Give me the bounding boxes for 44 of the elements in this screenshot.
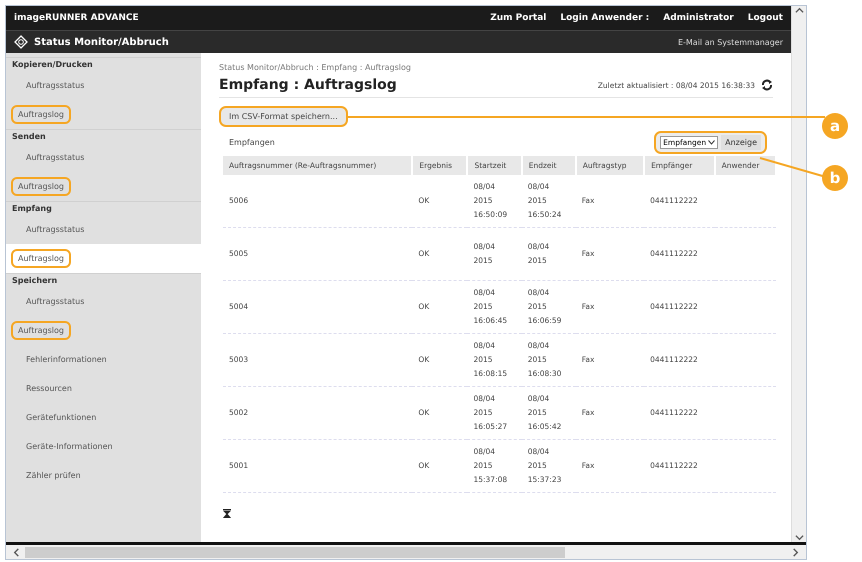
sidebar-item[interactable]: Gerätefunktionen [6, 403, 201, 432]
list-label: Empfangen [229, 138, 275, 147]
sidebar-link[interactable]: Auftragslog [11, 177, 71, 196]
header-link[interactable]: Zum Portal [490, 13, 546, 23]
sidebar-item[interactable]: Auftragslog [6, 172, 201, 201]
callout-marker: b [822, 165, 848, 191]
sidebar-link[interactable]: Auftragsstatus [19, 76, 92, 95]
header-link[interactable]: Login Anwender : [560, 13, 650, 23]
sidebar-item[interactable]: Auftragsstatus [6, 215, 201, 244]
sidebar-item[interactable]: Geräte-Informationen [6, 432, 201, 461]
sidebar-heading: Empfang [6, 201, 201, 215]
sidebar-item[interactable]: Auftragslog [6, 244, 201, 273]
sidebar-heading: Senden [6, 129, 201, 143]
sidebar-item[interactable]: Auftragslog [6, 316, 201, 345]
sidebar-item[interactable]: Auftragsstatus [6, 287, 201, 316]
sidebar-link[interactable]: Auftragsstatus [19, 292, 92, 311]
sidebar-link[interactable]: Fehlerinformationen [19, 350, 114, 369]
sidebar-link[interactable]: Auftragslog [11, 321, 71, 340]
callout-marker: a [822, 113, 848, 139]
sidebar-item[interactable]: Zähler prüfen [6, 461, 201, 490]
product-name: imageRUNNER ADVANCE [14, 13, 139, 23]
sidebar-link[interactable]: Auftragslog [11, 105, 71, 124]
sidebar-item[interactable]: Auftragsstatus [6, 71, 201, 100]
email-link[interactable]: E-Mail an Systemmanager [678, 38, 783, 46]
sidebar-item[interactable]: Ressourcen [6, 374, 201, 403]
sidebar-link[interactable]: Geräte-Informationen [19, 437, 120, 456]
sidebar-heading: Kopieren/Drucken [6, 57, 201, 71]
sidebar-link[interactable]: Zähler prüfen [19, 466, 88, 485]
header-link[interactable]: Administrator [663, 13, 734, 23]
sidebar-item[interactable]: Auftragsstatus [6, 143, 201, 172]
csv-save-button[interactable]: Im CSV-Format speichern... [219, 106, 348, 127]
sidebar-link[interactable]: Ressourcen [19, 379, 79, 398]
breadcrumb: Status Monitor/Abbruch : Empfang : Auftragslog [219, 63, 412, 72]
sidebar-link[interactable]: Auftragsstatus [19, 148, 92, 167]
sidebar-item[interactable]: Auftragslog [6, 100, 201, 129]
sidebar-item[interactable]: Fehlerinformationen [6, 345, 201, 374]
sidebar-heading: Speichern [6, 273, 201, 287]
page-heading: Status Monitor/Abbruch [34, 36, 169, 48]
header-link[interactable]: Logout [748, 13, 783, 23]
sidebar-link[interactable]: Gerätefunktionen [19, 408, 104, 427]
show-button[interactable]: Anzeige [721, 135, 761, 150]
sidebar-link[interactable]: Auftragsstatus [19, 220, 92, 239]
page-title: Empfang : Auftragslog [219, 77, 397, 93]
sidebar-link[interactable]: Auftragslog [11, 249, 71, 268]
